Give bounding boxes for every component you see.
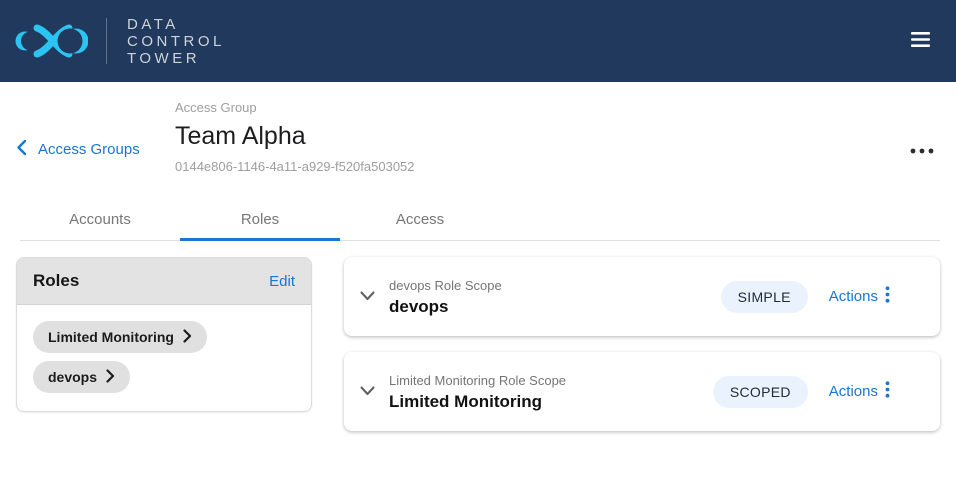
- brand-wordmark: DATA CONTROL TOWER: [127, 16, 225, 67]
- tabs-bar: Accounts Roles Access: [20, 197, 940, 241]
- kebab-vertical-icon: [885, 286, 890, 307]
- tab-access[interactable]: Access: [340, 197, 500, 240]
- role-chip-devops[interactable]: devops: [33, 361, 130, 393]
- role-scope-label: Limited Monitoring Role Scope: [389, 372, 566, 389]
- screen: DATA CONTROL TOWER: [0, 0, 956, 483]
- role-card-devops: devops Role Scope devops SIMPLE Actions: [344, 257, 940, 336]
- role-type-badge: SIMPLE: [721, 281, 808, 313]
- actions-label: Actions: [829, 288, 878, 305]
- role-card-controls: SCOPED Actions: [713, 376, 890, 408]
- roles-panel-header: Roles Edit: [17, 258, 311, 305]
- app-header: DATA CONTROL TOWER: [0, 0, 956, 82]
- role-card-limited-monitoring: Limited Monitoring Role Scope Limited Mo…: [344, 352, 940, 431]
- page-title: Team Alpha: [175, 120, 415, 152]
- page-head: Access Groups Access Group Team Alpha 01…: [16, 82, 940, 175]
- role-name: Limited Monitoring: [389, 391, 566, 412]
- expand-role-button[interactable]: [356, 380, 379, 403]
- more-horizontal-icon: [910, 142, 934, 157]
- role-actions-button[interactable]: Actions: [829, 381, 890, 402]
- expand-role-button[interactable]: [356, 285, 379, 308]
- role-card-text: devops Role Scope devops: [389, 277, 502, 317]
- more-actions-button[interactable]: [904, 138, 940, 161]
- roles-panel-title: Roles: [33, 271, 79, 291]
- back-to-access-groups-link[interactable]: Access Groups: [16, 139, 175, 160]
- chevron-down-icon: [360, 384, 375, 399]
- brand-logo-icon: [14, 15, 88, 67]
- brand-divider: [106, 18, 107, 64]
- roles-panel: Roles Edit Limited Monitoring devops: [16, 257, 312, 412]
- tab-accounts[interactable]: Accounts: [20, 197, 180, 240]
- entity-id: 0144e806-1146-4a11-a929-f520fa503052: [175, 159, 415, 175]
- role-cards-list: devops Role Scope devops SIMPLE Actions: [344, 257, 940, 431]
- edit-roles-button[interactable]: Edit: [269, 273, 295, 290]
- role-actions-button[interactable]: Actions: [829, 286, 890, 307]
- role-chip-label: Limited Monitoring: [48, 329, 174, 345]
- hamburger-icon: [911, 32, 930, 50]
- chevron-down-icon: [360, 289, 375, 304]
- tab-roles[interactable]: Roles: [180, 197, 340, 240]
- main-area: Roles Edit Limited Monitoring devops: [16, 257, 940, 431]
- brand-line: CONTROL: [127, 33, 225, 50]
- chevron-right-icon: [183, 329, 192, 346]
- page-content: Access Groups Access Group Team Alpha 01…: [0, 82, 956, 431]
- kebab-vertical-icon: [885, 381, 890, 402]
- title-block: Access Group Team Alpha 0144e806-1146-4a…: [175, 82, 415, 175]
- role-card-text: Limited Monitoring Role Scope Limited Mo…: [389, 372, 566, 412]
- role-card-controls: SIMPLE Actions: [721, 281, 890, 313]
- hamburger-menu-button[interactable]: [909, 26, 932, 56]
- brand-line: DATA: [127, 16, 225, 33]
- roles-panel-body: Limited Monitoring devops: [17, 305, 311, 411]
- role-type-badge: SCOPED: [713, 376, 808, 408]
- entity-type-label: Access Group: [175, 100, 415, 116]
- actions-label: Actions: [829, 383, 878, 400]
- brand-line: TOWER: [127, 50, 225, 67]
- chevron-left-icon: [16, 139, 27, 160]
- chevron-right-icon: [106, 369, 115, 386]
- role-chip-label: devops: [48, 369, 97, 385]
- role-scope-label: devops Role Scope: [389, 277, 502, 294]
- back-link-label: Access Groups: [38, 141, 140, 158]
- role-chip-limited-monitoring[interactable]: Limited Monitoring: [33, 321, 207, 353]
- role-name: devops: [389, 296, 502, 317]
